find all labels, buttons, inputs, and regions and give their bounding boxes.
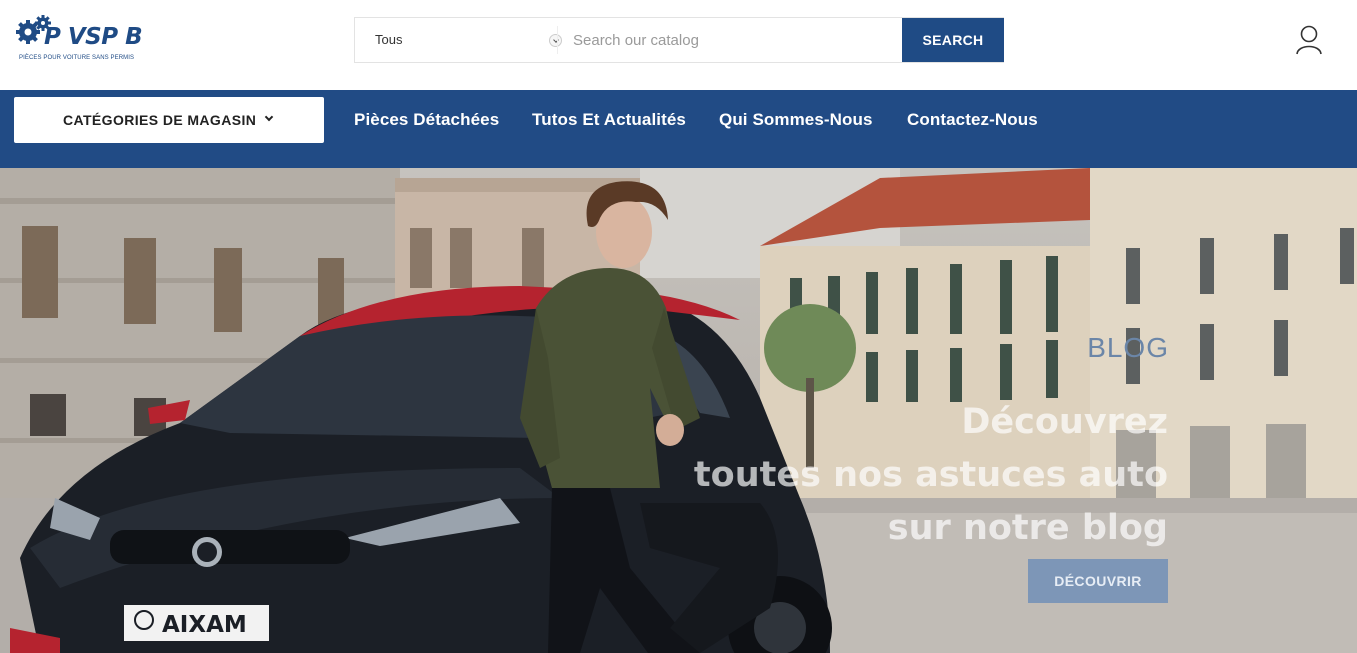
- user-icon: [1296, 25, 1322, 55]
- search-bar: Tous SEARCH: [354, 17, 1004, 63]
- hero-title: Découvrez toutes nos astuces auto sur no…: [688, 396, 1168, 555]
- hero-title-line: toutes nos astuces auto: [693, 455, 1168, 495]
- site-logo[interactable]: P VSP B PIÈCES POUR VOITURE SANS PERMIS: [14, 14, 154, 68]
- nav-link-pieces-detachees[interactable]: Pièces Détachées: [354, 110, 499, 130]
- category-select-value: Tous: [375, 32, 403, 47]
- store-categories-button[interactable]: CATÉGORIES DE MAGASIN: [14, 97, 324, 143]
- hero-title-line: Découvrez: [961, 402, 1168, 442]
- logo-name: P VSP B: [44, 24, 143, 50]
- hero-tag: BLOG: [1087, 332, 1169, 363]
- category-select[interactable]: Tous: [355, 18, 562, 62]
- nav-link-contactez-nous[interactable]: Contactez-Nous: [907, 110, 1038, 130]
- discover-button[interactable]: DÉCOUVRIR: [1028, 559, 1168, 603]
- search-button[interactable]: SEARCH: [902, 18, 1004, 62]
- logo-tagline: PIÈCES POUR VOITURE SANS PERMIS: [19, 55, 135, 61]
- nav-link-qui-sommes-nous[interactable]: Qui Sommes-Nous: [719, 110, 873, 130]
- store-categories-label: CATÉGORIES DE MAGASIN: [63, 112, 257, 128]
- search-input[interactable]: [573, 18, 893, 62]
- hero-title-line: sur notre blog: [887, 508, 1168, 548]
- nav-link-tutos-actualites[interactable]: Tutos Et Actualités: [532, 110, 686, 130]
- search-divider: [557, 26, 558, 54]
- chevron-down-icon: [549, 34, 562, 47]
- license-plate-text: AIXAM: [162, 612, 247, 638]
- account-button[interactable]: [1294, 24, 1324, 56]
- chevron-down-icon: [264, 112, 274, 122]
- hero-banner: AIXAM BLOG Découvrez toutes nos astuces …: [0, 168, 1357, 653]
- site-header: P VSP B PIÈCES POUR VOITURE SANS PERMIS …: [0, 0, 1357, 90]
- main-nav: CATÉGORIES DE MAGASIN Pièces Détachées T…: [0, 90, 1357, 168]
